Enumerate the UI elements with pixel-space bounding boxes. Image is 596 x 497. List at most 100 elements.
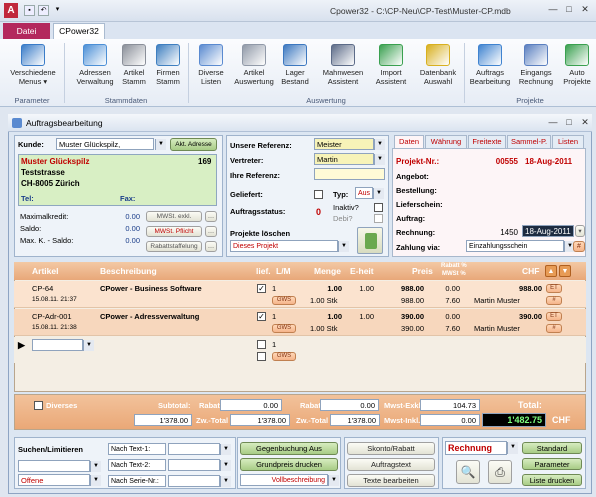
row-gws-button[interactable]: GWS <box>272 296 296 305</box>
tab-cpower32[interactable]: CPower32 <box>53 23 105 39</box>
printer-icon[interactable]: ⎙ <box>488 460 512 484</box>
calendar-icon[interactable]: ▾ <box>575 225 585 237</box>
ribbon-button-menus[interactable]: Verschiedene Menus ▾ <box>4 44 62 86</box>
nach-serie-select[interactable] <box>168 475 220 487</box>
row-edit-text-button[interactable]: ET <box>546 284 562 293</box>
quick-access-dropdown-icon[interactable]: ▾ <box>52 5 63 16</box>
tab-freitexte[interactable]: Freitexte <box>468 135 506 148</box>
gegenbuchung-button[interactable]: Gegenbuchung Aus <box>240 442 338 455</box>
minimize-icon[interactable]: — <box>546 4 560 15</box>
chevron-down-icon[interactable]: ▼ <box>83 340 94 351</box>
recycle-bin-icon[interactable] <box>357 227 383 254</box>
tab-waehrung[interactable]: Währung <box>425 135 467 148</box>
window-close-icon[interactable]: ✕ <box>578 117 592 128</box>
diverses-checkbox[interactable] <box>34 401 43 410</box>
zwtotal1-input[interactable]: 1'378.00 <box>230 414 290 426</box>
parameter-button[interactable]: Parameter <box>522 458 582 470</box>
vertreter-select[interactable]: Martin <box>314 153 374 165</box>
tab-listen[interactable]: Listen <box>552 135 584 148</box>
ribbon-button-adressen[interactable]: Adressen Verwaltung <box>74 44 116 86</box>
customer-select[interactable]: Muster Glückspilz, <box>56 138 154 150</box>
ribbon-button-diverse[interactable]: Diverse Listen <box>192 44 230 86</box>
row-edit-text-button[interactable]: ET <box>546 312 562 321</box>
maximize-icon[interactable]: □ <box>562 4 576 15</box>
offene-select[interactable]: Offene <box>18 474 90 486</box>
chevron-down-icon[interactable]: ▼ <box>220 476 231 487</box>
mwst-pflicht-extra-button[interactable]: … <box>205 226 217 237</box>
ribbon-button-import[interactable]: Import Assistent <box>372 44 410 86</box>
hash-button[interactable]: # <box>573 241 585 252</box>
vollbeschreibung-select[interactable]: Vollbeschreibung <box>240 474 328 486</box>
rabattstaffelung-extra-button[interactable]: … <box>205 241 217 252</box>
suchen-select[interactable] <box>18 460 90 472</box>
mwst-exkl-extra-button[interactable]: … <box>205 211 217 222</box>
nach-text2-select[interactable] <box>168 459 220 471</box>
chevron-down-icon[interactable]: ▼ <box>374 154 385 165</box>
mwst-pflicht-button[interactable]: MWSt. Pflicht <box>146 226 202 237</box>
chevron-down-icon[interactable]: ▼ <box>507 442 518 454</box>
mwst-inkl-input[interactable]: 0.00 <box>420 414 480 426</box>
ihre-referenz-input[interactable] <box>314 168 385 180</box>
mwst-exkl-input[interactable]: 104.73 <box>420 399 480 411</box>
rechnung-date-input[interactable]: 18-Aug-2011 <box>522 225 574 237</box>
chevron-down-icon[interactable]: ▼ <box>220 460 231 471</box>
tab-sammel-p[interactable]: Sammel-P. <box>507 135 551 148</box>
mwst-exkl-button[interactable]: MWSt. exkl. <box>146 211 202 222</box>
current-address-button[interactable]: Akt. Adresse <box>170 138 217 151</box>
sort-up-icon[interactable]: ▲ <box>545 265 557 277</box>
typ-select[interactable]: Aus <box>355 187 373 199</box>
chevron-down-icon[interactable]: ▼ <box>374 139 385 150</box>
ribbon-button-db[interactable]: Datenbank Auswahl <box>414 44 462 86</box>
new-row-gws-button[interactable]: GWS <box>272 352 296 361</box>
debi-checkbox[interactable] <box>374 214 383 223</box>
inaktiv-checkbox[interactable] <box>374 203 383 212</box>
ribbon-button-artausw[interactable]: Artikel Auswertung <box>234 44 274 86</box>
sort-down-icon[interactable]: ▼ <box>559 265 571 277</box>
document-type-select[interactable]: Rechnung <box>445 441 507 455</box>
unsere-referenz-select[interactable]: Meister <box>314 138 374 150</box>
ribbon-button-auftrag[interactable]: Auftrags Bearbeitung <box>468 44 512 86</box>
rabatt1-input[interactable]: 0.00 <box>220 399 282 411</box>
ribbon-button-lager[interactable]: Lager Bestand <box>276 44 314 86</box>
preview-icon[interactable]: 🔍 <box>456 460 480 484</box>
ribbon-button-artikel[interactable]: Artikel Stamm <box>118 44 150 86</box>
window-minimize-icon[interactable]: — <box>546 117 560 128</box>
chevron-down-icon[interactable]: ▼ <box>90 475 101 486</box>
texte-bearbeiten-button[interactable]: Texte bearbeiten <box>347 474 435 487</box>
row-delivered-checkbox[interactable]: ✓ <box>257 312 266 321</box>
tab-file[interactable]: Datei <box>3 23 50 39</box>
zwtotal2-input[interactable]: 1'378.00 <box>330 414 380 426</box>
tab-daten[interactable]: Daten <box>394 135 424 148</box>
subtotal-input[interactable]: 1'378.00 <box>134 414 192 426</box>
row-delivered-checkbox[interactable]: ✓ <box>257 284 266 293</box>
chevron-down-icon[interactable]: ▼ <box>155 139 166 150</box>
new-row-checkbox[interactable] <box>257 340 266 349</box>
window-maximize-icon[interactable]: □ <box>562 117 576 128</box>
grundpreis-button[interactable]: Grundpreis drucken <box>240 458 338 471</box>
ribbon-button-firmen[interactable]: Firmen Stamm <box>152 44 184 86</box>
chevron-down-icon[interactable]: ▼ <box>338 241 349 252</box>
chevron-down-icon[interactable]: ▼ <box>373 188 384 199</box>
new-row-checkbox-2[interactable] <box>257 352 266 361</box>
geliefert-checkbox[interactable] <box>314 190 323 199</box>
chevron-down-icon[interactable]: ▼ <box>90 461 101 472</box>
rabattstaffelung-button[interactable]: Rabattstaffelung <box>146 241 202 252</box>
liste-drucken-button[interactable]: Liste drucken <box>522 474 582 486</box>
close-icon[interactable]: ✕ <box>578 4 592 15</box>
row-gws-button[interactable]: GWS <box>272 324 296 333</box>
zahlung-via-select[interactable]: Einzahlungsschein <box>466 240 564 252</box>
new-row[interactable] <box>14 337 586 363</box>
projekte-loeschen-select[interactable]: Dieses Projekt <box>230 240 338 252</box>
ribbon-button-eingang[interactable]: Eingangs Rechnung <box>514 44 558 86</box>
auftragstext-button[interactable]: Auftragstext <box>347 458 435 471</box>
standard-button[interactable]: Standard <box>522 442 582 454</box>
chevron-down-icon[interactable]: ▼ <box>328 475 339 486</box>
nach-text1-select[interactable] <box>168 443 220 455</box>
ribbon-button-mahn[interactable]: Mahnwesen Assistent <box>318 44 368 86</box>
new-article-input[interactable] <box>32 339 83 351</box>
chevron-down-icon[interactable]: ▼ <box>220 444 231 455</box>
ribbon-button-auto[interactable]: Auto Projekte <box>560 44 594 86</box>
rabatt2-input[interactable]: 0.00 <box>320 399 379 411</box>
save-icon[interactable]: ▪ <box>24 5 35 16</box>
skonto-button[interactable]: Skonto/Rabatt <box>347 442 435 455</box>
